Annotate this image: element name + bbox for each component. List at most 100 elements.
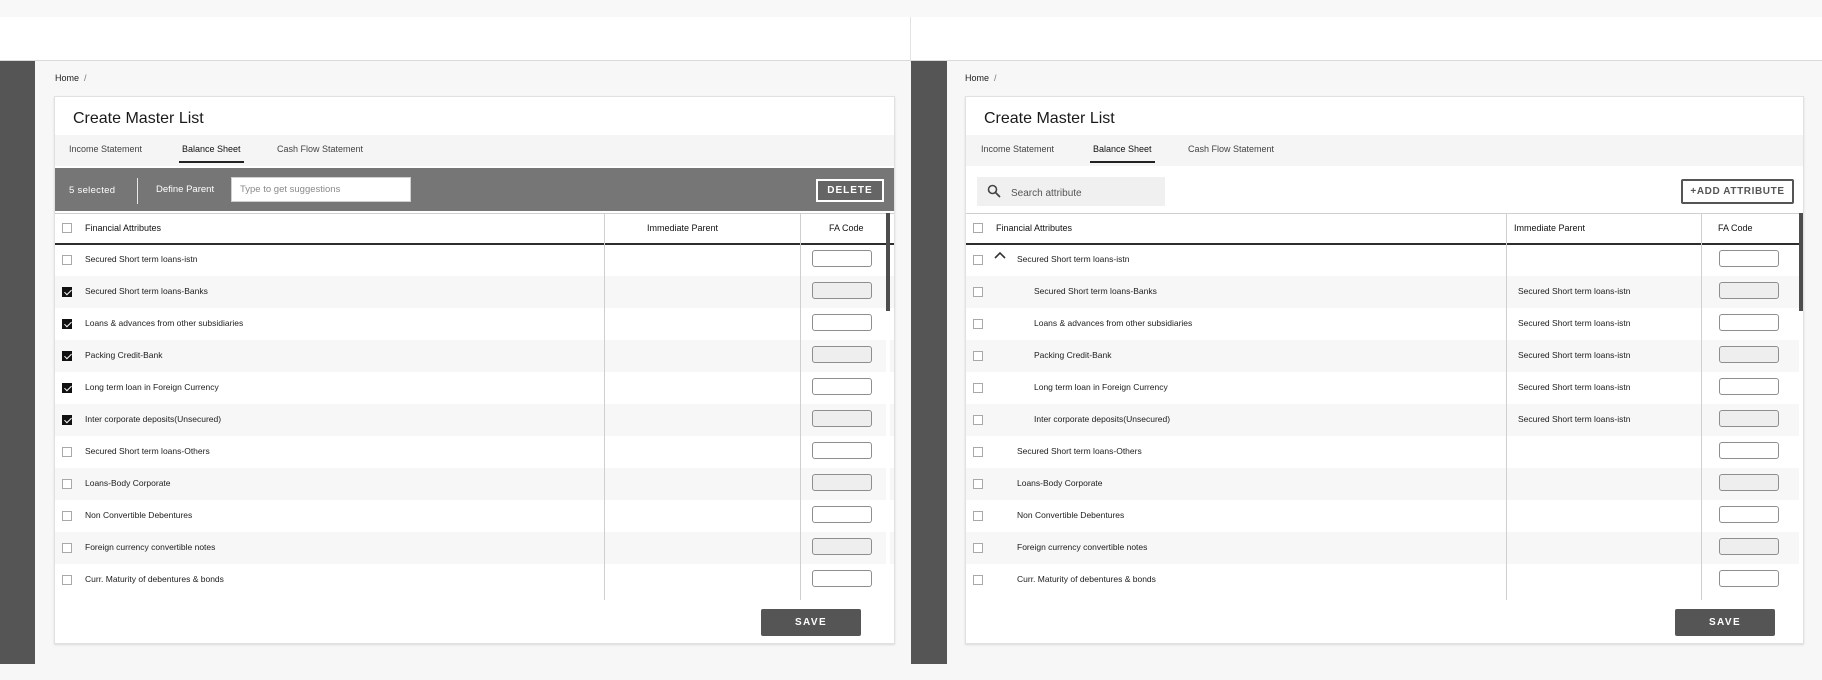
row-checkbox[interactable] — [973, 575, 983, 585]
save-button[interactable]: SAVE — [1675, 609, 1775, 636]
fa-code-input[interactable] — [812, 314, 872, 331]
attribute-name: Loans & advances from other subsidiaries — [1034, 318, 1193, 328]
fa-code-input[interactable] — [812, 538, 872, 555]
table-row: Inter corporate deposits(Unsecured) Secur… — [966, 404, 1803, 436]
search-box[interactable] — [977, 177, 1165, 206]
table-row: Loans-Body Corporate — [55, 468, 894, 500]
fa-code-input[interactable] — [1719, 538, 1779, 555]
row-checkbox[interactable] — [62, 319, 72, 329]
col-fa-code: FA Code — [829, 223, 864, 233]
attribute-name: Loans-Body Corporate — [85, 478, 171, 488]
row-checkbox[interactable] — [62, 447, 72, 457]
search-toolbar: +ADD ATTRIBUTE — [966, 168, 1803, 211]
attributes-table: Financial Attributes Immediate Parent FA… — [966, 213, 1803, 600]
row-checkbox[interactable] — [973, 479, 983, 489]
row-checkbox[interactable] — [973, 447, 983, 457]
table-row: Curr. Maturity of debentures & bonds — [966, 564, 1803, 596]
row-checkbox[interactable] — [62, 255, 72, 265]
row-checkbox[interactable] — [973, 383, 983, 393]
scrollbar-thumb[interactable] — [1799, 213, 1803, 311]
row-checkbox[interactable] — [62, 543, 72, 553]
row-checkbox[interactable] — [62, 575, 72, 585]
left-pane: Home / Create Master List Income Statemen… — [0, 0, 911, 680]
fa-code-input[interactable] — [812, 442, 872, 459]
tab-balance-sheet[interactable]: Balance Sheet — [1090, 144, 1155, 163]
scrollbar[interactable] — [886, 213, 890, 600]
row-checkbox[interactable] — [973, 543, 983, 553]
row-checkbox[interactable] — [62, 351, 72, 361]
row-checkbox[interactable] — [62, 511, 72, 521]
immediate-parent-value: Secured Short term loans-istn — [1518, 350, 1631, 360]
attribute-name: Secured Short term loans-Others — [85, 446, 210, 456]
parent-suggestion-input[interactable] — [231, 177, 411, 202]
select-all-checkbox[interactable] — [62, 223, 72, 233]
master-list-card: Create Master List Income Statement Bala… — [965, 96, 1804, 644]
fa-code-input[interactable] — [812, 378, 872, 395]
fa-code-input[interactable] — [812, 346, 872, 363]
row-checkbox[interactable] — [62, 415, 72, 425]
table-row: Loans & advances from other subsidiaries… — [966, 308, 1803, 340]
column-divider — [1701, 213, 1702, 600]
fa-code-input[interactable] — [1719, 410, 1779, 427]
row-checkbox[interactable] — [62, 383, 72, 393]
fa-code-input[interactable] — [1719, 474, 1779, 491]
right-pane: Home / Create Master List Income Statemen… — [911, 0, 1822, 680]
search-input[interactable] — [1009, 182, 1163, 204]
col-fa-code: FA Code — [1718, 223, 1753, 233]
fa-code-input[interactable] — [812, 410, 872, 427]
row-checkbox[interactable] — [973, 287, 983, 297]
tab-income-statement[interactable]: Income Statement — [981, 144, 1054, 154]
breadcrumb-home[interactable]: Home — [965, 73, 989, 83]
attribute-name: Curr. Maturity of debentures & bonds — [85, 574, 224, 584]
column-divider — [604, 213, 605, 600]
fa-code-input[interactable] — [1719, 314, 1779, 331]
row-checkbox[interactable] — [973, 351, 983, 361]
row-checkbox[interactable] — [62, 479, 72, 489]
add-attribute-button[interactable]: +ADD ATTRIBUTE — [1681, 179, 1794, 204]
attribute-name: Loans-Body Corporate — [1017, 478, 1103, 488]
scrollbar-thumb[interactable] — [886, 213, 890, 311]
table-row: Curr. Maturity of debentures & bonds — [55, 564, 894, 596]
attribute-name: Packing Credit-Bank — [1034, 350, 1112, 360]
search-icon — [987, 184, 1001, 198]
breadcrumb-separator: / — [84, 73, 87, 83]
delete-button[interactable]: DELETE — [816, 179, 884, 202]
attribute-name: Curr. Maturity of debentures & bonds — [1017, 574, 1156, 584]
attribute-name: Packing Credit-Bank — [85, 350, 163, 360]
page-title: Create Master List — [73, 110, 204, 127]
table-row: Loans & advances from other subsidiaries — [55, 308, 894, 340]
save-button[interactable]: SAVE — [761, 609, 861, 636]
breadcrumb-home[interactable]: Home — [55, 73, 79, 83]
fa-code-input[interactable] — [1719, 282, 1779, 299]
fa-code-input[interactable] — [1719, 346, 1779, 363]
attribute-name: Foreign currency convertible notes — [85, 542, 216, 552]
tab-cash-flow-statement[interactable]: Cash Flow Statement — [1188, 144, 1274, 154]
table-row: Non Convertible Debentures — [966, 500, 1803, 532]
row-checkbox[interactable] — [62, 287, 72, 297]
fa-code-input[interactable] — [1719, 378, 1779, 395]
immediate-parent-value: Secured Short term loans-istn — [1518, 286, 1631, 296]
table-row: Secured Short term loans-Banks — [55, 276, 894, 308]
row-checkbox[interactable] — [973, 319, 983, 329]
fa-code-input[interactable] — [1719, 570, 1779, 587]
fa-code-input[interactable] — [812, 506, 872, 523]
fa-code-input[interactable] — [812, 282, 872, 299]
fa-code-input[interactable] — [812, 570, 872, 587]
fa-code-input[interactable] — [1719, 250, 1779, 267]
row-checkbox[interactable] — [973, 255, 983, 265]
scrollbar[interactable] — [1799, 213, 1803, 600]
tab-income-statement[interactable]: Income Statement — [69, 144, 142, 154]
fa-code-input[interactable] — [812, 250, 872, 267]
row-checkbox[interactable] — [973, 511, 983, 521]
fa-code-input[interactable] — [1719, 442, 1779, 459]
fa-code-input[interactable] — [1719, 506, 1779, 523]
row-checkbox[interactable] — [973, 415, 983, 425]
tab-balance-sheet[interactable]: Balance Sheet — [179, 144, 244, 163]
fa-code-input[interactable] — [812, 474, 872, 491]
immediate-parent-value: Secured Short term loans-istn — [1518, 382, 1631, 392]
table-row: Secured Short term loans-Others — [966, 436, 1803, 468]
chevron-up-icon[interactable] — [994, 251, 1006, 259]
tab-cash-flow-statement[interactable]: Cash Flow Statement — [277, 144, 363, 154]
table-row: Secured Short term loans-istn — [966, 244, 1803, 276]
select-all-checkbox[interactable] — [973, 223, 983, 233]
